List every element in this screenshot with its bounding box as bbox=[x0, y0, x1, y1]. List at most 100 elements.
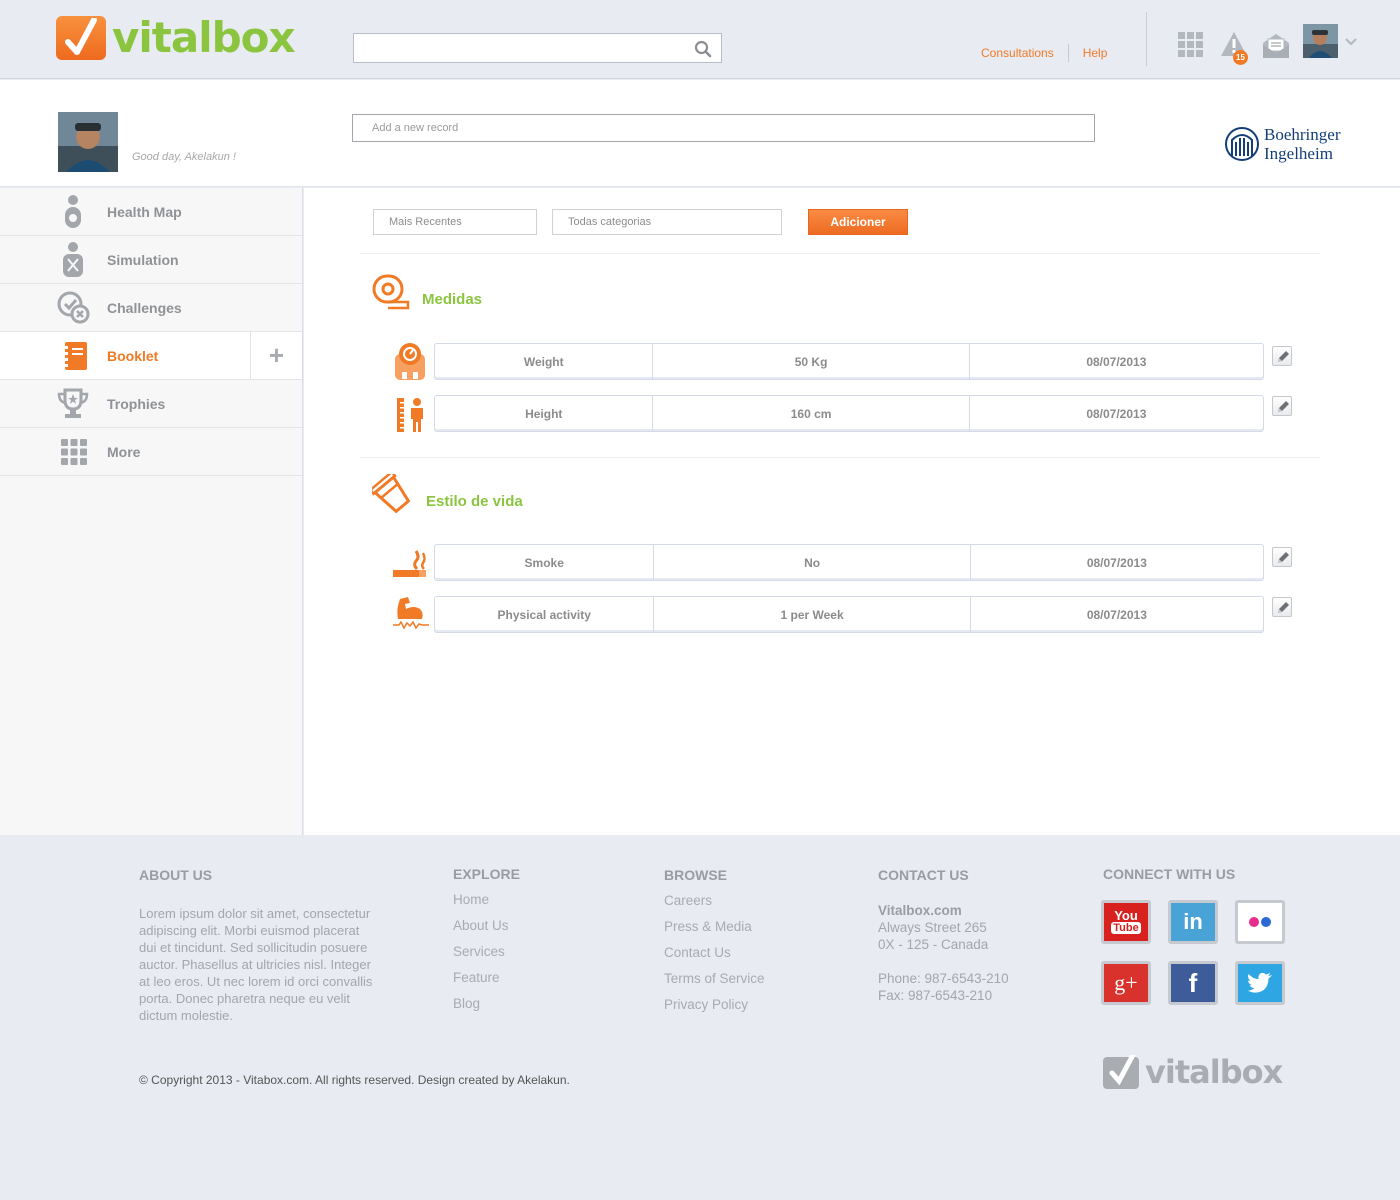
flickr-icon[interactable] bbox=[1235, 900, 1285, 944]
sidebar-item-more[interactable]: More bbox=[0, 428, 302, 476]
cup-icon bbox=[372, 474, 411, 514]
user-avatar[interactable] bbox=[1303, 24, 1338, 58]
sidebar-item-health-map[interactable]: Health Map bbox=[0, 188, 302, 236]
copyright-text: © Copyright 2013 - Vitabox.com. All righ… bbox=[139, 1073, 570, 1087]
facebook-icon[interactable]: f bbox=[1168, 961, 1218, 1005]
table-row: Physical activity 1 per Week 08/07/2013 bbox=[434, 596, 1264, 633]
help-link[interactable]: Help bbox=[1083, 46, 1108, 60]
mail-icon[interactable] bbox=[1262, 33, 1290, 59]
logo-text: vitalbox bbox=[112, 13, 296, 62]
category-select[interactable]: Todas categorias bbox=[552, 209, 782, 235]
row-name: Height bbox=[435, 396, 654, 431]
footer-link-home[interactable]: Home bbox=[453, 892, 509, 918]
about-text: Lorem ipsum dolor sit amet, consectetur … bbox=[139, 906, 373, 1023]
row-date: 08/07/2013 bbox=[1086, 607, 1147, 622]
footer-link-services[interactable]: Services bbox=[453, 944, 509, 970]
trophy-icon bbox=[57, 388, 89, 418]
sidebar-item-simulation[interactable]: Simulation bbox=[0, 236, 302, 284]
sort-select[interactable]: Mais Recentes bbox=[373, 209, 537, 235]
footer-link-privacy[interactable]: Privacy Policy bbox=[664, 997, 765, 1023]
sidebar-item-label: Challenges bbox=[107, 299, 182, 316]
simulation-icon bbox=[63, 241, 83, 277]
contact-fax: Fax: 987-6543-210 bbox=[878, 988, 993, 1003]
row-date: 08/07/2013 bbox=[1086, 555, 1147, 570]
add-button[interactable]: Adicioner bbox=[808, 209, 908, 235]
browse-heading: BROWSE bbox=[664, 867, 727, 883]
edit-button[interactable] bbox=[1272, 597, 1292, 617]
contact-info: Vitalbox.com Always Street 265 0X - 125 … bbox=[878, 902, 1009, 1004]
partner-name: Boehringer Ingelheim bbox=[1264, 125, 1340, 163]
sidebar-item-label: Trophies bbox=[107, 395, 166, 412]
twitter-icon[interactable] bbox=[1235, 961, 1285, 1005]
sidebar: Health Map Simulation Challenges Booklet… bbox=[0, 188, 303, 835]
consultations-link[interactable]: Consultations bbox=[981, 46, 1054, 60]
ruler-person-icon bbox=[397, 398, 423, 432]
footer-link-contact[interactable]: Contact Us bbox=[664, 945, 765, 971]
muscle-icon bbox=[393, 597, 429, 630]
search-input[interactable] bbox=[353, 33, 722, 63]
sidebar-item-challenges[interactable]: Challenges bbox=[0, 284, 302, 332]
sidebar-item-trophies[interactable]: Trophies bbox=[0, 380, 302, 428]
row-name: Smoke bbox=[435, 545, 655, 580]
table-row: Smoke No 08/07/2013 bbox=[434, 544, 1264, 581]
linkedin-label: in bbox=[1183, 909, 1203, 934]
edit-button[interactable] bbox=[1272, 547, 1292, 567]
sidebar-item-booklet[interactable]: Booklet + bbox=[0, 332, 302, 380]
search-icon[interactable] bbox=[694, 40, 712, 58]
sidebar-item-label: Health Map bbox=[107, 203, 182, 220]
link-divider bbox=[1067, 44, 1069, 62]
footer-link-about[interactable]: About Us bbox=[453, 918, 509, 944]
header-divider bbox=[1146, 12, 1147, 66]
profile-band: Good day, Akelakun ! Add a new record Bo… bbox=[0, 80, 1400, 187]
contact-company: Vitalbox.com bbox=[878, 903, 962, 918]
chevron-down-icon[interactable] bbox=[1345, 38, 1357, 46]
grid-icon bbox=[61, 438, 87, 465]
footer-checkmark-icon bbox=[1103, 1055, 1139, 1089]
footer-link-careers[interactable]: Careers bbox=[664, 893, 765, 919]
sidebar-item-label: Simulation bbox=[107, 251, 179, 268]
booklet-icon bbox=[62, 341, 87, 370]
apps-grid-icon[interactable] bbox=[1178, 31, 1206, 59]
scale-icon bbox=[395, 343, 425, 380]
sidebar-item-label: Booklet bbox=[107, 347, 159, 364]
row-value: 50 Kg bbox=[653, 344, 970, 379]
divider bbox=[360, 457, 1320, 458]
footer-link-feature[interactable]: Feature bbox=[453, 970, 509, 996]
row-name: Physical activity bbox=[435, 597, 655, 632]
linkedin-icon[interactable]: in bbox=[1168, 900, 1218, 944]
pencil-icon bbox=[1278, 351, 1289, 362]
contact-heading: CONTACT US bbox=[878, 867, 969, 883]
top-bar: vitalbox Consultations Help 15 bbox=[0, 0, 1400, 79]
google-plus-icon[interactable]: g+ bbox=[1101, 961, 1151, 1005]
checkmark-icon bbox=[56, 16, 106, 60]
footer-logo-text: vitalbox bbox=[1145, 1053, 1283, 1091]
row-name: Weight bbox=[435, 344, 654, 379]
add-record-input[interactable]: Add a new record bbox=[352, 114, 1095, 142]
partner-emblem-icon bbox=[1225, 127, 1259, 161]
partner-name-line2: Ingelheim bbox=[1264, 144, 1333, 163]
profile-photo[interactable] bbox=[58, 112, 118, 172]
greeting-text: Good day, Akelakun ! bbox=[132, 151, 236, 163]
footer-link-blog[interactable]: Blog bbox=[453, 996, 509, 1022]
challenges-icon bbox=[57, 291, 90, 323]
table-row: Weight 50 Kg 08/07/2013 bbox=[434, 343, 1264, 380]
footer-link-terms[interactable]: Terms of Service bbox=[664, 971, 765, 997]
youtube-icon[interactable]: You Tube bbox=[1101, 900, 1151, 944]
partner-logo: Boehringer Ingelheim bbox=[1224, 125, 1340, 163]
about-heading: ABOUT US bbox=[139, 867, 213, 883]
connect-heading: CONNECT WITH US bbox=[1103, 866, 1236, 882]
row-value: 160 cm bbox=[653, 396, 970, 431]
partner-name-line1: Boehringer bbox=[1264, 125, 1341, 144]
footer: ABOUT US Lorem ipsum dolor sit amet, con… bbox=[0, 835, 1400, 1200]
row-date: 08/07/2013 bbox=[1086, 354, 1147, 369]
edit-button[interactable] bbox=[1272, 346, 1292, 366]
add-booklet-button[interactable]: + bbox=[250, 332, 302, 379]
section-title: Medidas bbox=[422, 291, 483, 308]
pencil-icon bbox=[1278, 552, 1289, 563]
edit-button[interactable] bbox=[1272, 396, 1292, 416]
person-map-icon bbox=[65, 194, 81, 228]
footer-link-press[interactable]: Press & Media bbox=[664, 919, 765, 945]
youtube-label-tube: Tube bbox=[1111, 922, 1141, 934]
vitalbox-logo[interactable]: vitalbox bbox=[56, 13, 296, 62]
footer-logo: vitalbox bbox=[1103, 1053, 1283, 1091]
